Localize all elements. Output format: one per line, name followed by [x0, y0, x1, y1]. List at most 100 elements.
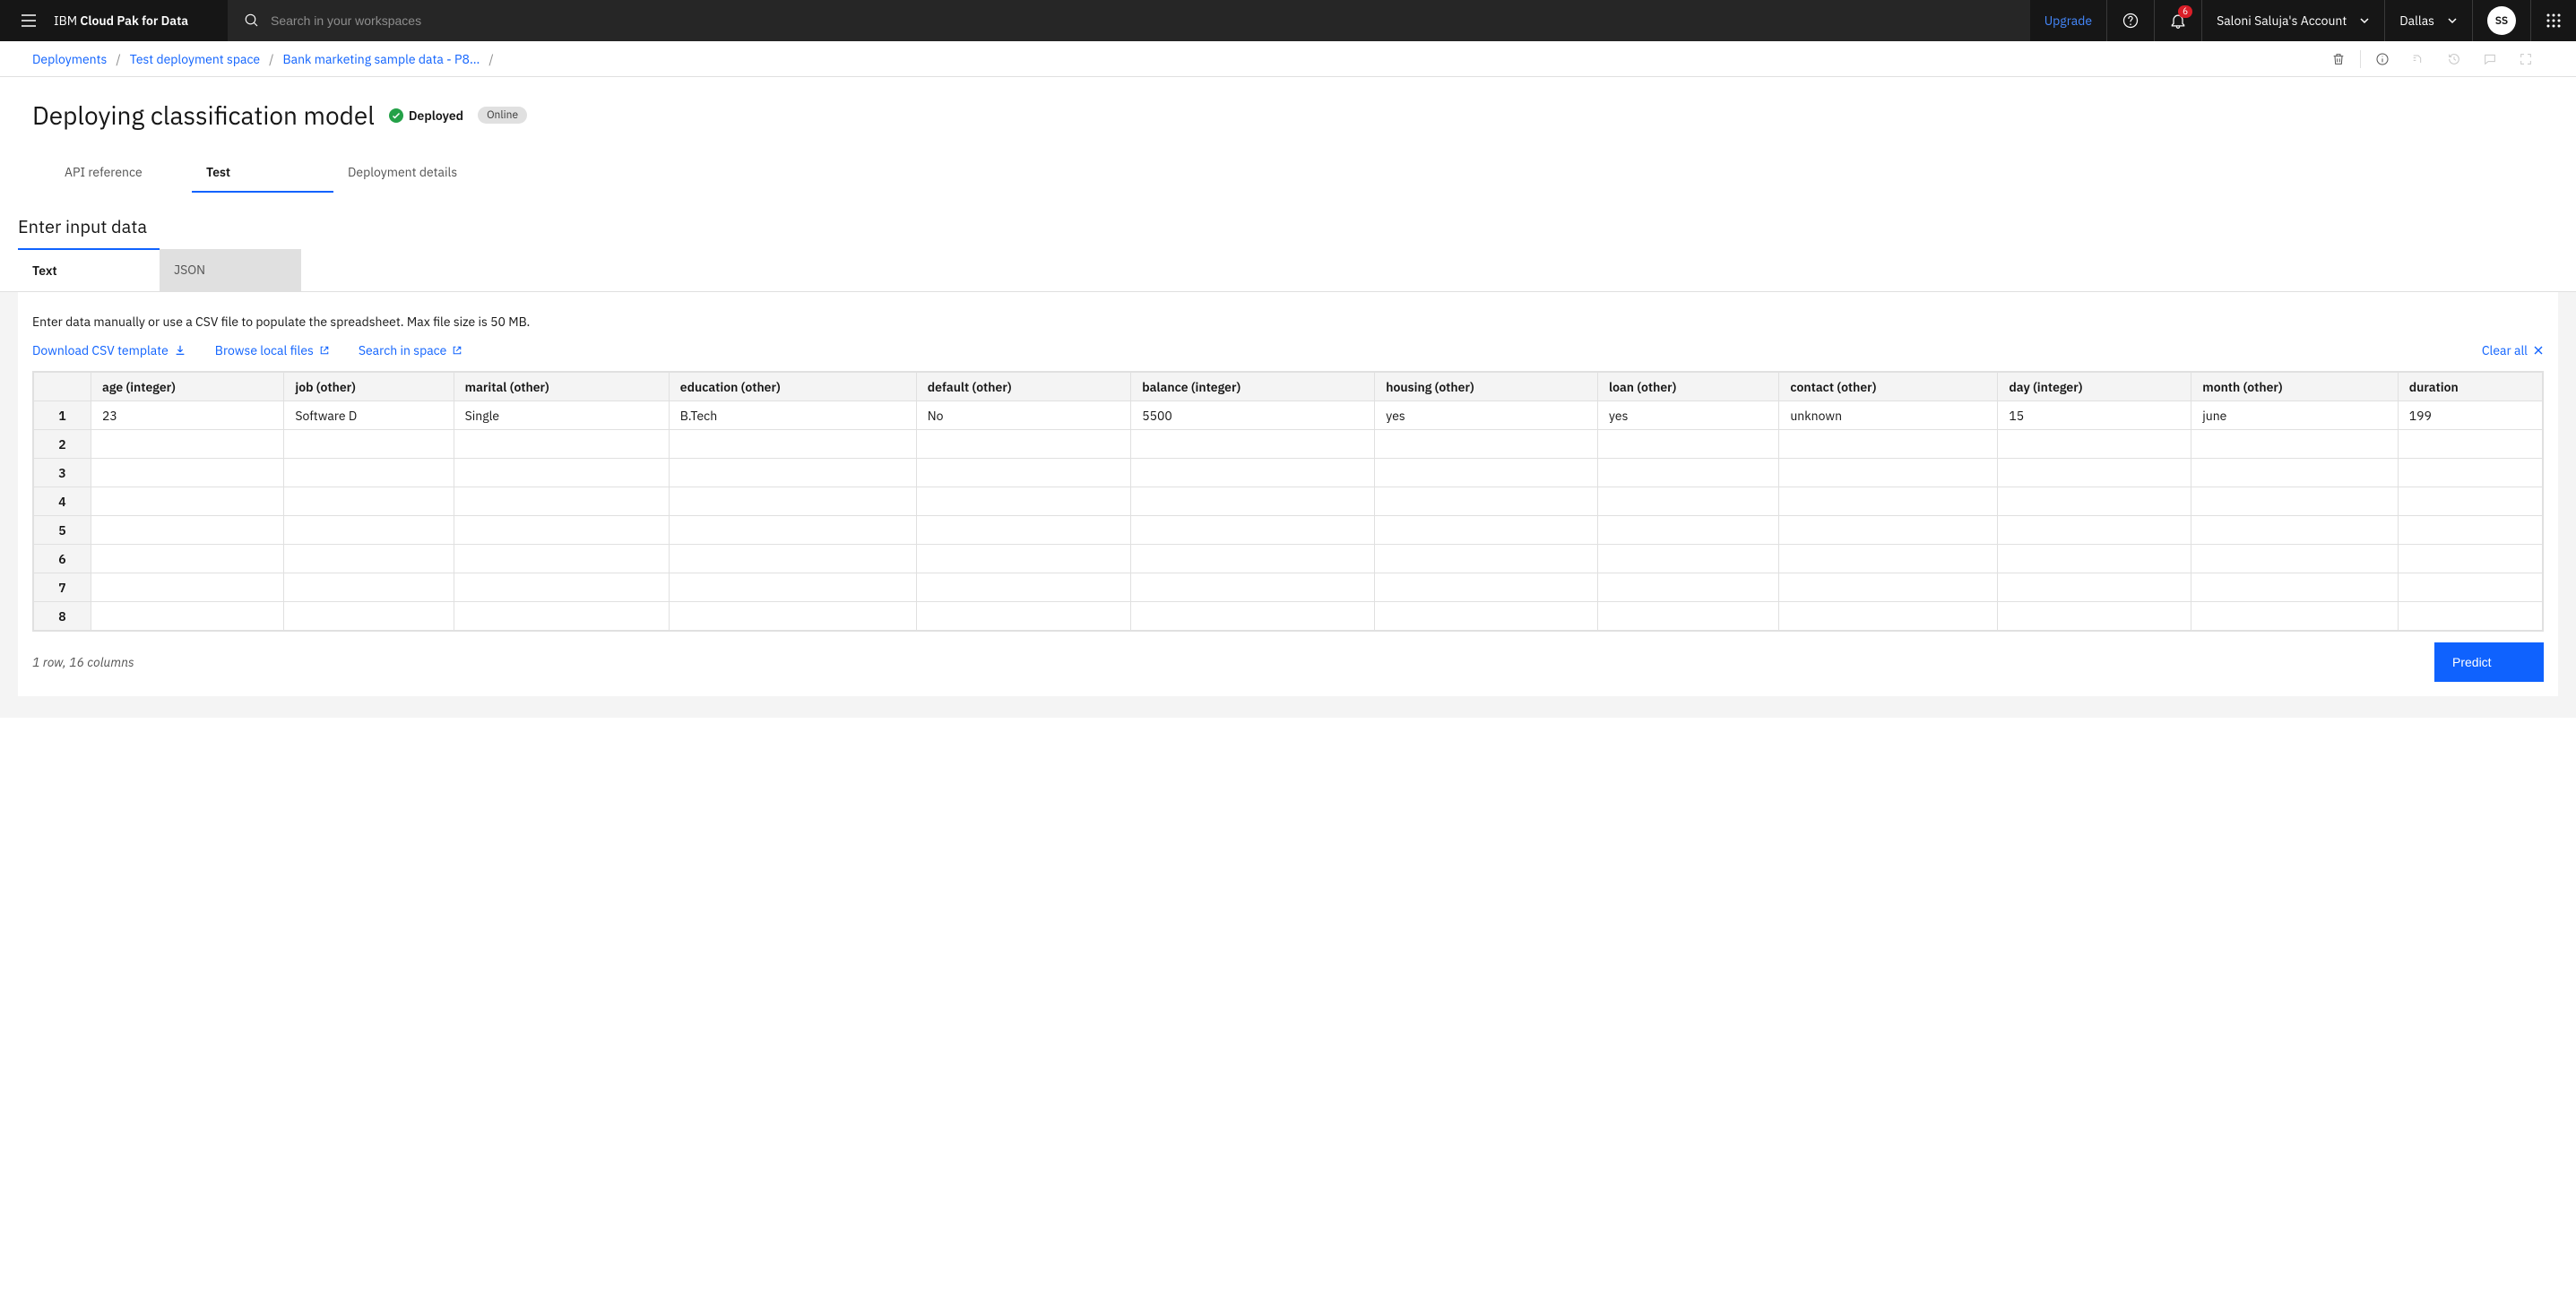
cell[interactable] [2191, 487, 2398, 516]
cell[interactable] [454, 516, 669, 545]
cell[interactable] [669, 573, 916, 602]
cell[interactable] [2398, 459, 2542, 487]
cell[interactable]: 23 [91, 401, 284, 430]
cell[interactable] [2191, 516, 2398, 545]
download-csv-link[interactable]: Download CSV template [32, 342, 186, 358]
cell[interactable] [1131, 516, 1375, 545]
crumb-deployments[interactable]: Deployments [32, 51, 107, 67]
cell[interactable] [1998, 516, 2191, 545]
browse-files-link[interactable]: Browse local files [215, 342, 330, 358]
cell[interactable] [91, 430, 284, 459]
cell[interactable] [1375, 430, 1598, 459]
cell[interactable] [1779, 573, 1998, 602]
cell[interactable]: B.Tech [669, 401, 916, 430]
cell[interactable]: yes [1375, 401, 1598, 430]
crumb-asset[interactable]: Bank marketing sample data - P8... [282, 51, 480, 67]
cell[interactable] [1779, 487, 1998, 516]
cell[interactable]: Software D [284, 401, 454, 430]
search-box[interactable] [228, 0, 2030, 41]
cell[interactable] [1131, 602, 1375, 631]
cell[interactable] [669, 602, 916, 631]
row-number[interactable]: 2 [34, 430, 91, 459]
info-button[interactable] [2364, 41, 2400, 77]
cell[interactable] [2191, 573, 2398, 602]
cell[interactable] [284, 430, 454, 459]
cell[interactable] [1597, 459, 1778, 487]
cell[interactable] [1131, 430, 1375, 459]
cell[interactable] [2398, 602, 2542, 631]
cell[interactable]: 15 [1998, 401, 2191, 430]
cell[interactable] [1779, 516, 1998, 545]
cell[interactable] [669, 430, 916, 459]
cell[interactable] [1779, 430, 1998, 459]
cell[interactable] [2398, 430, 2542, 459]
cell[interactable] [2191, 545, 2398, 573]
cell[interactable] [1131, 487, 1375, 516]
cell[interactable] [669, 459, 916, 487]
row-number[interactable]: 5 [34, 516, 91, 545]
cell[interactable] [669, 545, 916, 573]
tab-test[interactable]: Test [192, 153, 333, 193]
cell[interactable] [1998, 459, 2191, 487]
column-header[interactable]: balance (integer) [1131, 373, 1375, 401]
cell[interactable] [2398, 545, 2542, 573]
search-space-link[interactable]: Search in space [359, 342, 462, 358]
column-header[interactable]: loan (other) [1597, 373, 1778, 401]
cell[interactable] [1779, 459, 1998, 487]
cell[interactable] [916, 430, 1130, 459]
row-number[interactable]: 3 [34, 459, 91, 487]
cell[interactable] [284, 459, 454, 487]
cell[interactable] [916, 459, 1130, 487]
cell[interactable]: unknown [1779, 401, 1998, 430]
app-switcher[interactable] [2530, 0, 2576, 41]
column-header[interactable]: duration [2398, 373, 2542, 401]
cell[interactable] [1998, 487, 2191, 516]
column-header[interactable]: housing (other) [1375, 373, 1598, 401]
cell[interactable] [284, 487, 454, 516]
row-number[interactable]: 1 [34, 401, 91, 430]
menu-icon[interactable] [14, 6, 43, 35]
cell[interactable] [2398, 573, 2542, 602]
region-selector[interactable]: Dallas [2384, 0, 2472, 41]
clear-all-link[interactable]: Clear all [2482, 342, 2544, 358]
cell[interactable] [1597, 487, 1778, 516]
column-header[interactable]: marital (other) [454, 373, 669, 401]
cell[interactable] [1375, 545, 1598, 573]
cell[interactable] [91, 573, 284, 602]
notifications-button[interactable]: 6 [2154, 0, 2201, 41]
account-selector[interactable]: Saloni Saluja's Account [2201, 0, 2384, 41]
cell[interactable] [1597, 516, 1778, 545]
cell[interactable] [1597, 602, 1778, 631]
cell[interactable] [1998, 430, 2191, 459]
cell[interactable]: yes [1597, 401, 1778, 430]
cell[interactable] [1131, 459, 1375, 487]
cell[interactable] [454, 430, 669, 459]
cell[interactable] [669, 487, 916, 516]
cell[interactable]: 199 [2398, 401, 2542, 430]
cell[interactable] [916, 487, 1130, 516]
column-header[interactable]: default (other) [916, 373, 1130, 401]
cell[interactable] [1131, 573, 1375, 602]
row-number[interactable]: 7 [34, 573, 91, 602]
row-number[interactable]: 6 [34, 545, 91, 573]
row-number[interactable]: 4 [34, 487, 91, 516]
cell[interactable] [669, 516, 916, 545]
column-header[interactable]: contact (other) [1779, 373, 1998, 401]
cell[interactable] [284, 516, 454, 545]
cell[interactable] [91, 516, 284, 545]
cell[interactable]: No [916, 401, 1130, 430]
cell[interactable]: 5500 [1131, 401, 1375, 430]
cell[interactable] [1779, 545, 1998, 573]
cell[interactable] [1998, 602, 2191, 631]
cell[interactable] [1597, 430, 1778, 459]
tab-api-reference[interactable]: API reference [50, 153, 192, 193]
cell[interactable] [916, 602, 1130, 631]
cell[interactable] [2191, 459, 2398, 487]
cell[interactable] [91, 459, 284, 487]
cell[interactable] [1998, 573, 2191, 602]
spreadsheet[interactable]: age (integer)job (other)marital (other)e… [32, 371, 2544, 632]
cell[interactable] [91, 487, 284, 516]
cell[interactable] [1375, 516, 1598, 545]
column-header[interactable]: job (other) [284, 373, 454, 401]
predict-button[interactable]: Predict [2434, 642, 2544, 682]
